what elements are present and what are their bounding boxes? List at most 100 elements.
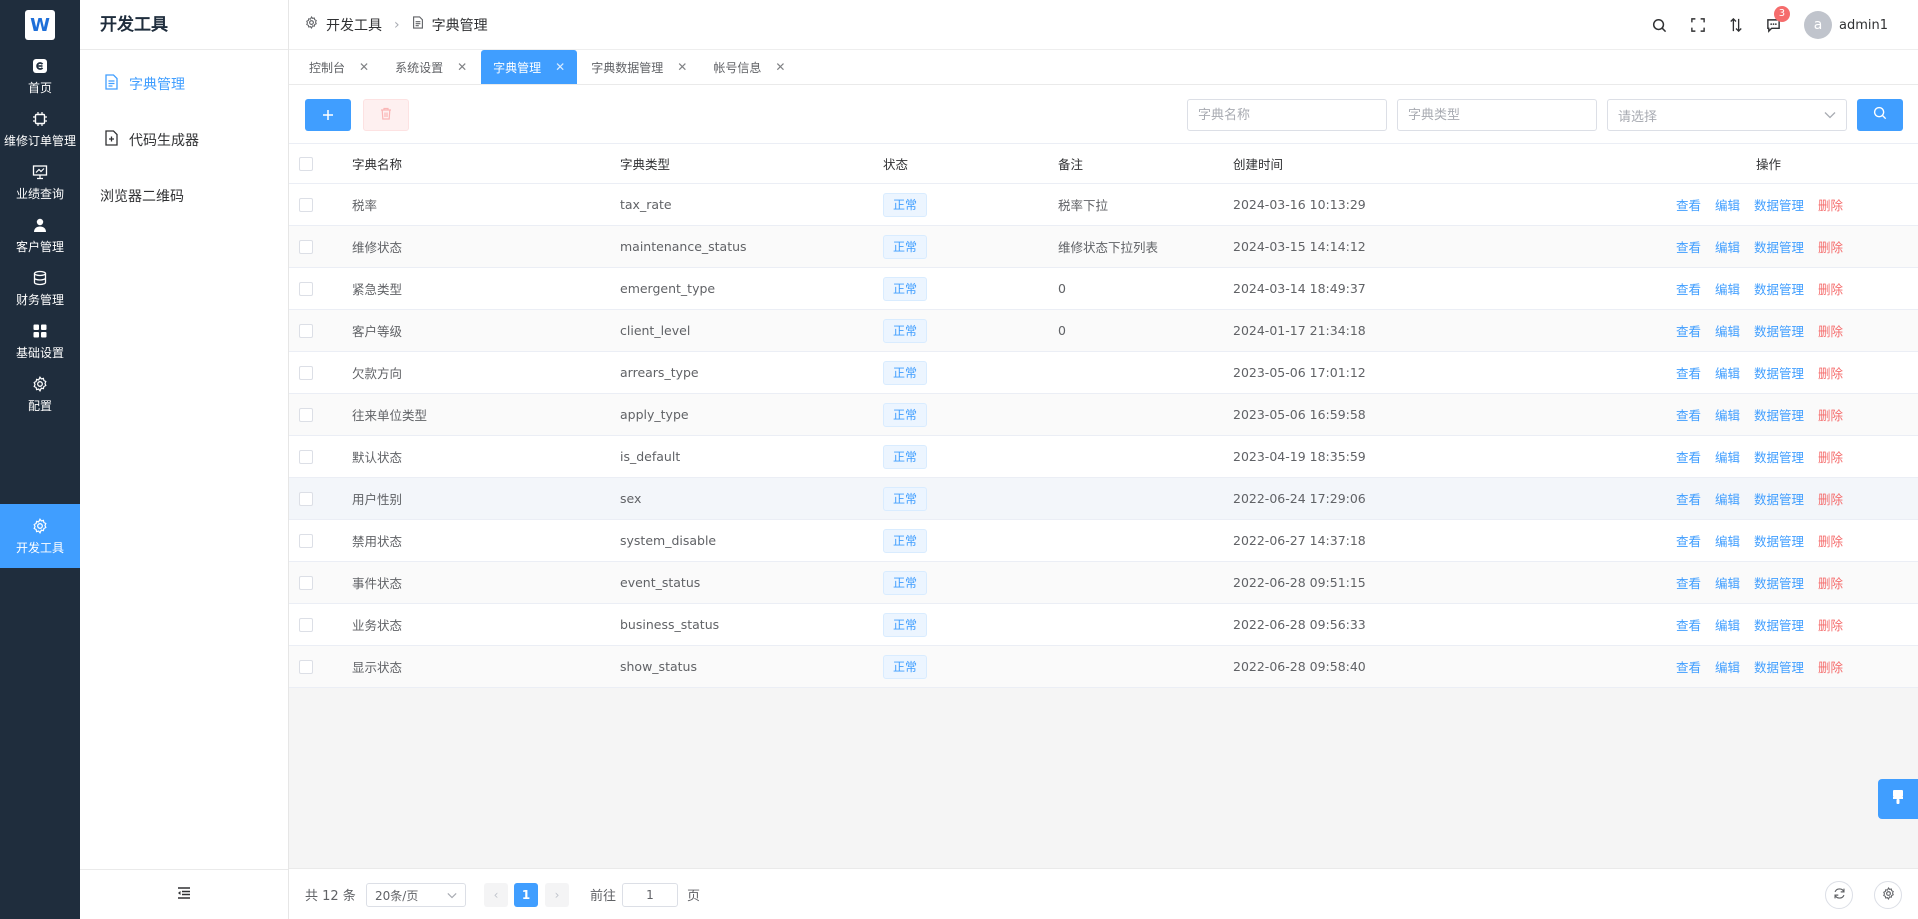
data-manage-link[interactable]: 数据管理 (1754, 363, 1804, 382)
delete-link[interactable]: 删除 (1818, 489, 1843, 508)
data-manage-link[interactable]: 数据管理 (1754, 237, 1804, 256)
tab-console[interactable]: 控制台 ✕ (297, 51, 381, 84)
data-manage-link[interactable]: 数据管理 (1754, 615, 1804, 634)
user-menu[interactable]: a admin1 (1803, 11, 1888, 39)
edit-link[interactable]: 编辑 (1715, 405, 1740, 424)
data-manage-link[interactable]: 数据管理 (1754, 573, 1804, 592)
add-button[interactable] (305, 99, 351, 131)
view-link[interactable]: 查看 (1676, 489, 1701, 508)
row-checkbox[interactable] (299, 239, 313, 254)
cell-created-time: 2022-06-27 14:37:18 (1233, 533, 1366, 548)
data-manage-link[interactable]: 数据管理 (1754, 489, 1804, 508)
edit-link[interactable]: 编辑 (1715, 657, 1740, 676)
data-manage-link[interactable]: 数据管理 (1754, 195, 1804, 214)
edit-link[interactable]: 编辑 (1715, 195, 1740, 214)
status-select[interactable]: 请选择 (1607, 99, 1847, 131)
data-manage-link[interactable]: 数据管理 (1754, 657, 1804, 676)
delete-link[interactable]: 删除 (1818, 195, 1843, 214)
view-link[interactable]: 查看 (1676, 237, 1701, 256)
view-link[interactable]: 查看 (1676, 531, 1701, 550)
dict-type-input[interactable] (1397, 99, 1597, 131)
message-icon[interactable]: 3 (1766, 6, 1790, 33)
row-checkbox[interactable] (299, 575, 313, 590)
breadcrumb-item[interactable]: 开发工具 (326, 15, 382, 35)
sidebar-collapse-button[interactable] (80, 869, 288, 919)
row-checkbox[interactable] (299, 449, 313, 464)
page-size-value: 20条/页 (375, 888, 419, 903)
fullscreen-icon[interactable] (1690, 17, 1706, 33)
data-manage-link[interactable]: 数据管理 (1754, 405, 1804, 424)
sidebar-item-code-generator[interactable]: 代码生成器 (80, 112, 288, 168)
close-icon[interactable]: ✕ (555, 60, 565, 74)
delete-link[interactable]: 删除 (1818, 405, 1843, 424)
delete-link[interactable]: 删除 (1818, 573, 1843, 592)
edit-link[interactable]: 编辑 (1715, 573, 1740, 592)
sidebar-item-browser-qrcode[interactable]: 浏览器二维码 (80, 168, 288, 224)
tab-system-settings[interactable]: 系统设置 ✕ (383, 51, 479, 84)
row-checkbox[interactable] (299, 323, 313, 338)
view-link[interactable]: 查看 (1676, 447, 1701, 466)
view-link[interactable]: 查看 (1676, 657, 1701, 676)
view-link[interactable]: 查看 (1676, 363, 1701, 382)
prev-page-button[interactable]: ‹ (484, 883, 508, 907)
edit-link[interactable]: 编辑 (1715, 237, 1740, 256)
delete-link[interactable]: 删除 (1818, 531, 1843, 550)
tab-account-info[interactable]: 帐号信息 ✕ (701, 51, 797, 84)
search-button[interactable] (1857, 99, 1903, 131)
next-page-button[interactable]: › (545, 883, 569, 907)
edit-link[interactable]: 编辑 (1715, 279, 1740, 298)
delete-button[interactable] (363, 99, 409, 131)
select-all-checkbox[interactable] (299, 156, 313, 171)
close-icon[interactable]: ✕ (775, 60, 785, 74)
data-manage-link[interactable]: 数据管理 (1754, 279, 1804, 298)
goto-page-input[interactable] (622, 883, 678, 907)
search-icon[interactable] (1652, 17, 1668, 33)
row-checkbox[interactable] (299, 365, 313, 380)
data-manage-link[interactable]: 数据管理 (1754, 447, 1804, 466)
data-manage-link[interactable]: 数据管理 (1754, 321, 1804, 340)
row-checkbox[interactable] (299, 281, 313, 296)
edit-link[interactable]: 编辑 (1715, 321, 1740, 340)
row-checkbox[interactable] (299, 197, 313, 212)
data-manage-link[interactable]: 数据管理 (1754, 531, 1804, 550)
view-link[interactable]: 查看 (1676, 321, 1701, 340)
settings-button[interactable] (1874, 881, 1902, 909)
row-checkbox[interactable] (299, 407, 313, 422)
rail-item-dev-tools[interactable]: 开发工具 (0, 504, 80, 568)
rail-item-config[interactable]: 配置 (0, 362, 80, 426)
edit-link[interactable]: 编辑 (1715, 531, 1740, 550)
refresh-button[interactable] (1825, 881, 1853, 909)
delete-link[interactable]: 删除 (1818, 447, 1843, 466)
view-link[interactable]: 查看 (1676, 279, 1701, 298)
page-size-select[interactable]: 20条/页 (366, 883, 466, 907)
row-checkbox[interactable] (299, 659, 313, 674)
tab-dictionary[interactable]: 字典管理 ✕ (481, 50, 578, 84)
delete-link[interactable]: 删除 (1818, 321, 1843, 340)
floating-tool-button[interactable] (1878, 779, 1918, 819)
row-checkbox[interactable] (299, 617, 313, 632)
view-link[interactable]: 查看 (1676, 615, 1701, 634)
edit-link[interactable]: 编辑 (1715, 489, 1740, 508)
sidebar-item-dictionary[interactable]: 字典管理 (80, 56, 288, 112)
tab-dictionary-data[interactable]: 字典数据管理 ✕ (579, 51, 699, 84)
edit-link[interactable]: 编辑 (1715, 447, 1740, 466)
view-link[interactable]: 查看 (1676, 195, 1701, 214)
delete-link[interactable]: 删除 (1818, 363, 1843, 382)
close-icon[interactable]: ✕ (677, 60, 687, 74)
view-link[interactable]: 查看 (1676, 573, 1701, 592)
close-icon[interactable]: ✕ (359, 60, 369, 74)
delete-link[interactable]: 删除 (1818, 237, 1843, 256)
row-checkbox[interactable] (299, 491, 313, 506)
delete-link[interactable]: 删除 (1818, 279, 1843, 298)
close-icon[interactable]: ✕ (457, 60, 467, 74)
view-link[interactable]: 查看 (1676, 405, 1701, 424)
delete-link[interactable]: 删除 (1818, 657, 1843, 676)
sort-arrows-icon[interactable] (1728, 17, 1744, 33)
row-checkbox[interactable] (299, 533, 313, 548)
edit-link[interactable]: 编辑 (1715, 615, 1740, 634)
delete-link[interactable]: 删除 (1818, 615, 1843, 634)
dict-name-input[interactable] (1187, 99, 1387, 131)
edit-link[interactable]: 编辑 (1715, 363, 1740, 382)
page-number-current[interactable]: 1 (514, 883, 538, 907)
app-logo[interactable]: W (25, 10, 55, 40)
